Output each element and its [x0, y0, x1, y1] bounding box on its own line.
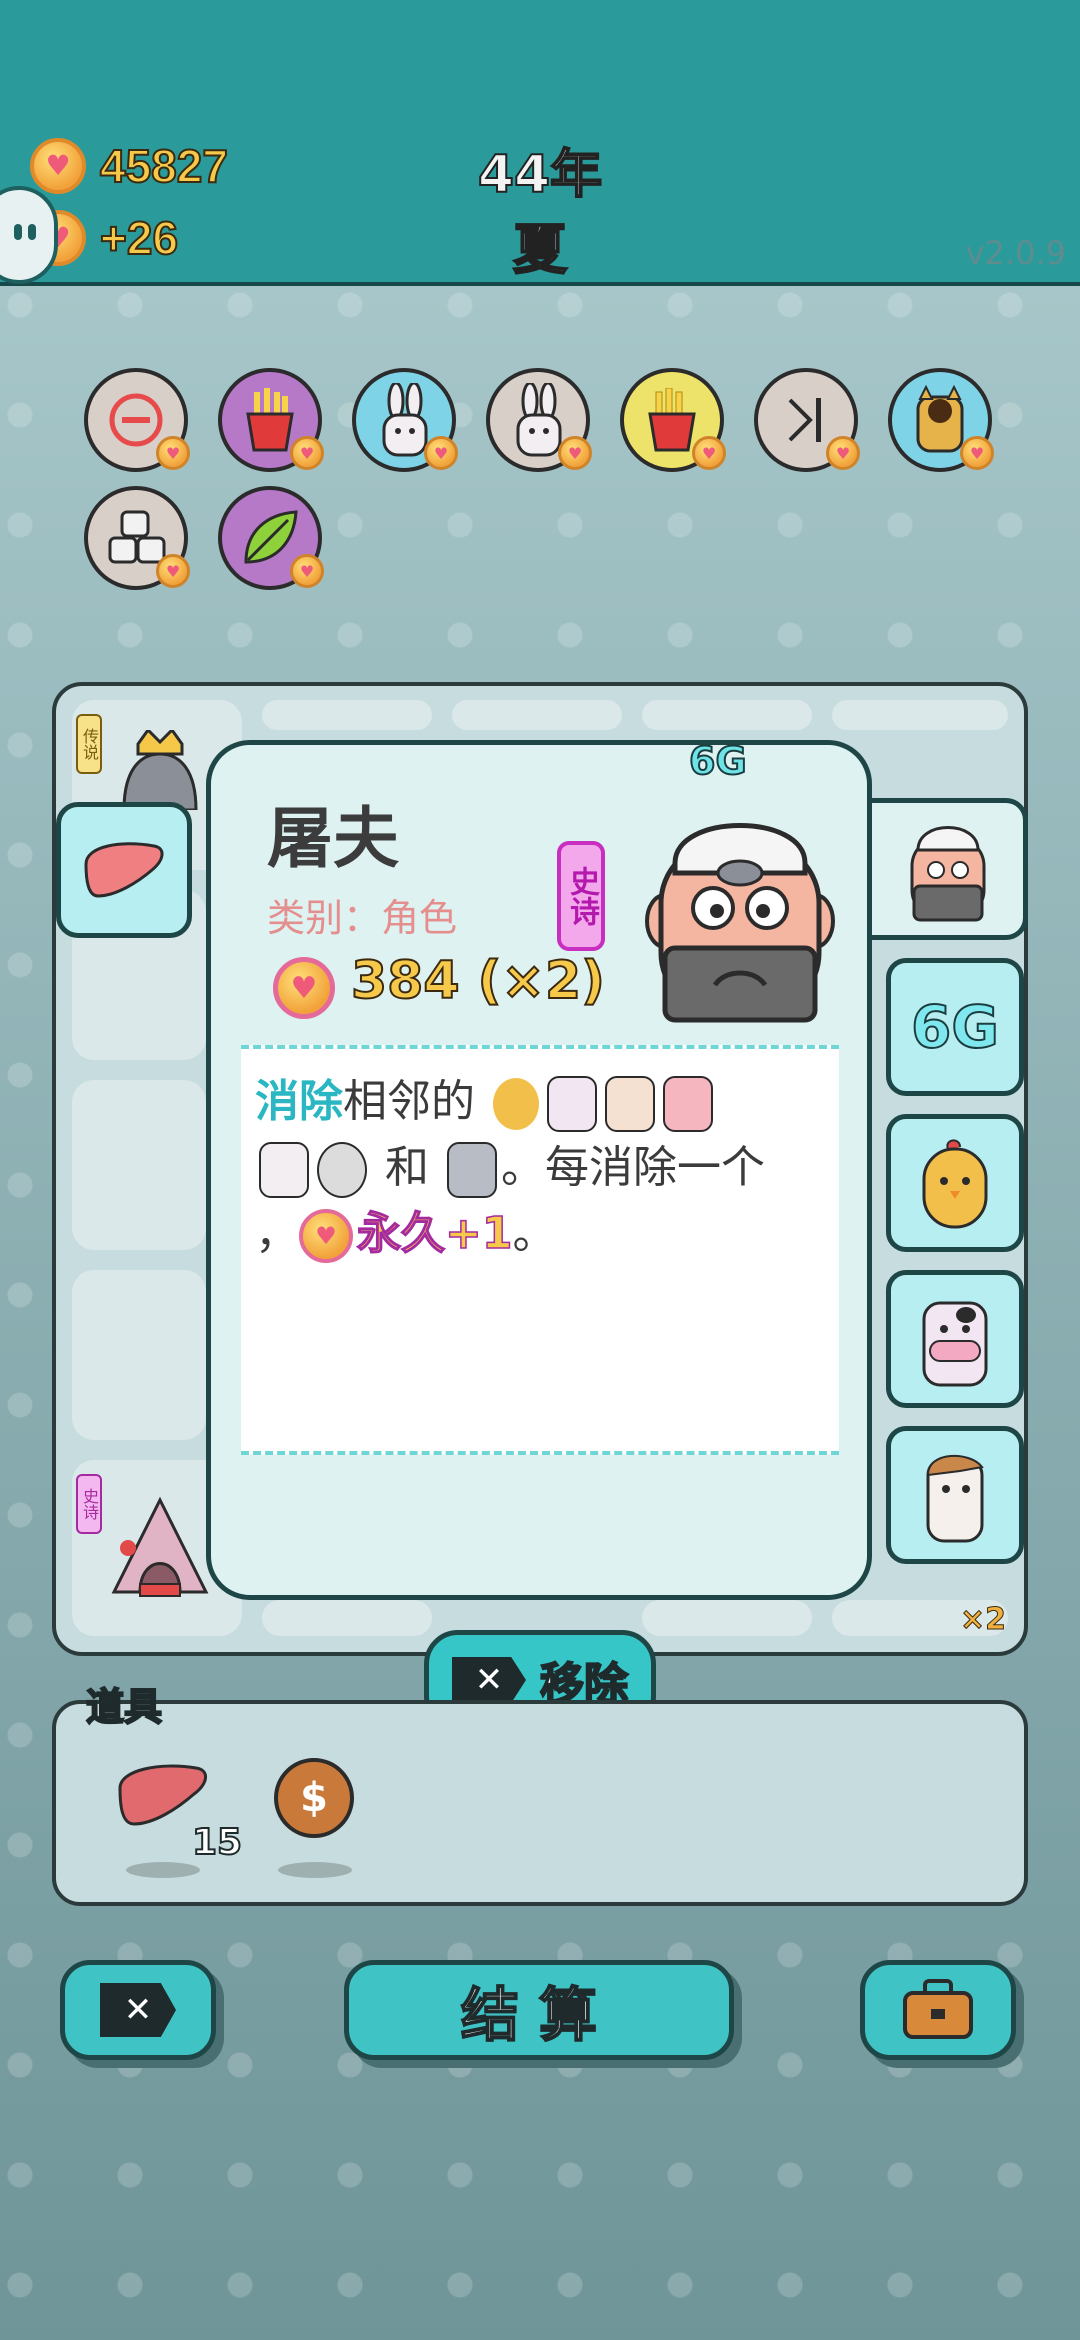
close-icon: ✕	[100, 1983, 176, 2037]
rarity-badge: 史诗	[557, 841, 605, 951]
item-rabbit-2[interactable]: ♥	[486, 368, 592, 472]
tab-6g[interactable]: 6G	[886, 958, 1024, 1096]
board-cell[interactable]	[452, 700, 622, 730]
dollar-coin-icon[interactable]: $	[274, 1758, 354, 1838]
coin-badge-icon: ♥	[960, 436, 994, 470]
item-fries-2[interactable]: ♥	[620, 368, 726, 472]
character-card: 屠夫 类别：角色 史诗 ♥ 384 (×2) 6G 消除相邻的 和 。每消除一个…	[206, 738, 872, 1600]
year-label: 44年	[477, 144, 603, 206]
coin-badge-icon: ♥	[290, 554, 324, 588]
coin-badge-icon: ♥	[290, 436, 324, 470]
skip-icon	[788, 398, 821, 442]
board-cell[interactable]	[832, 700, 1008, 730]
item-boxes[interactable]: ♥	[84, 486, 190, 590]
liver-count: 15	[191, 1821, 243, 1864]
coin-icon: ♥	[273, 957, 335, 1019]
board-cell[interactable]	[262, 700, 432, 730]
chick-icon	[493, 1078, 539, 1130]
reward-text: 永久+1	[356, 1207, 513, 1260]
chick-icon	[922, 1139, 988, 1229]
item-minus[interactable]: ♥	[84, 368, 190, 472]
fries-icon	[246, 388, 294, 452]
item-leaf[interactable]: ♥	[218, 486, 324, 590]
tab-horse[interactable]	[886, 1426, 1024, 1564]
liver-tab[interactable]	[56, 802, 192, 938]
rabbit-icon	[259, 1142, 309, 1198]
board-cell[interactable]	[642, 700, 812, 730]
generation-label: 6G	[688, 738, 748, 784]
coin-badge-icon: ♥	[156, 436, 190, 470]
card-title: 屠夫	[267, 800, 399, 877]
card-category: 类别：角色	[267, 896, 458, 940]
item-fries[interactable]: ♥	[218, 368, 324, 472]
horse-icon	[926, 1454, 984, 1543]
coin-badge-icon: ♥	[692, 436, 726, 470]
coin-icon: ♥	[299, 1209, 353, 1263]
tab-chick[interactable]	[886, 1114, 1024, 1252]
horse-icon	[605, 1076, 655, 1132]
settle-label: 结算	[460, 1980, 617, 2050]
card-price: 384 (×2)	[350, 950, 606, 1012]
board-cell[interactable]	[72, 1080, 206, 1250]
briefcase-icon	[903, 1979, 973, 2039]
settle-button[interactable]: 结算	[344, 1960, 734, 2060]
item-rabbit[interactable]: ♥	[352, 368, 458, 472]
bag-button[interactable]	[860, 1960, 1016, 2060]
top-bar: ♥ 45827 ♥ +26 44年 夏 v2.0.9	[0, 0, 1080, 286]
keyword-remove: 消除	[255, 1076, 343, 1127]
pig-icon	[663, 1076, 713, 1132]
close-icon: ✕	[452, 1657, 526, 1703]
fries-icon	[648, 388, 696, 452]
item-skip[interactable]: ♥	[754, 368, 860, 472]
card-description: 消除相邻的 和 。每消除一个 ， ♥ 永久+1。	[241, 1045, 839, 1455]
liver-icon	[84, 842, 164, 898]
board-cell[interactable]	[72, 1270, 206, 1440]
coin-badge-icon: ♥	[156, 554, 190, 588]
tab-cow[interactable]	[886, 1270, 1024, 1408]
cow-icon	[547, 1076, 597, 1132]
shadow	[278, 1862, 352, 1878]
coin-badge-icon: ♥	[558, 436, 592, 470]
butcher-portrait	[645, 823, 835, 1023]
coin-badge-icon: ♥	[826, 436, 860, 470]
menu-handle[interactable]	[0, 186, 58, 284]
husky-king-icon	[122, 730, 198, 810]
cow-icon	[922, 1301, 988, 1387]
props-title: 道具	[85, 1684, 163, 1730]
season-label: 夏	[512, 217, 568, 282]
discard-button[interactable]: ✕	[60, 1960, 216, 2060]
wolf-icon	[447, 1142, 497, 1198]
coin-badge-icon: ♥	[424, 436, 458, 470]
tab-6g-label: 6G	[910, 992, 1000, 1062]
butcher-icon	[910, 826, 985, 922]
version-label: v2.0.9	[965, 234, 1066, 272]
multiplier-badge: ×2	[959, 1602, 1007, 1638]
legendary-tag: 传说	[76, 714, 102, 774]
board-cell[interactable]	[262, 1600, 432, 1636]
tab-butcher[interactable]	[872, 798, 1028, 940]
epic-tag: 史诗	[76, 1474, 102, 1534]
rabbit-house-icon	[111, 1496, 209, 1597]
item-cat[interactable]: ♥	[888, 368, 994, 472]
board-cell[interactable]	[642, 1600, 812, 1636]
shadow	[126, 1862, 200, 1878]
sheep-icon	[317, 1142, 367, 1198]
